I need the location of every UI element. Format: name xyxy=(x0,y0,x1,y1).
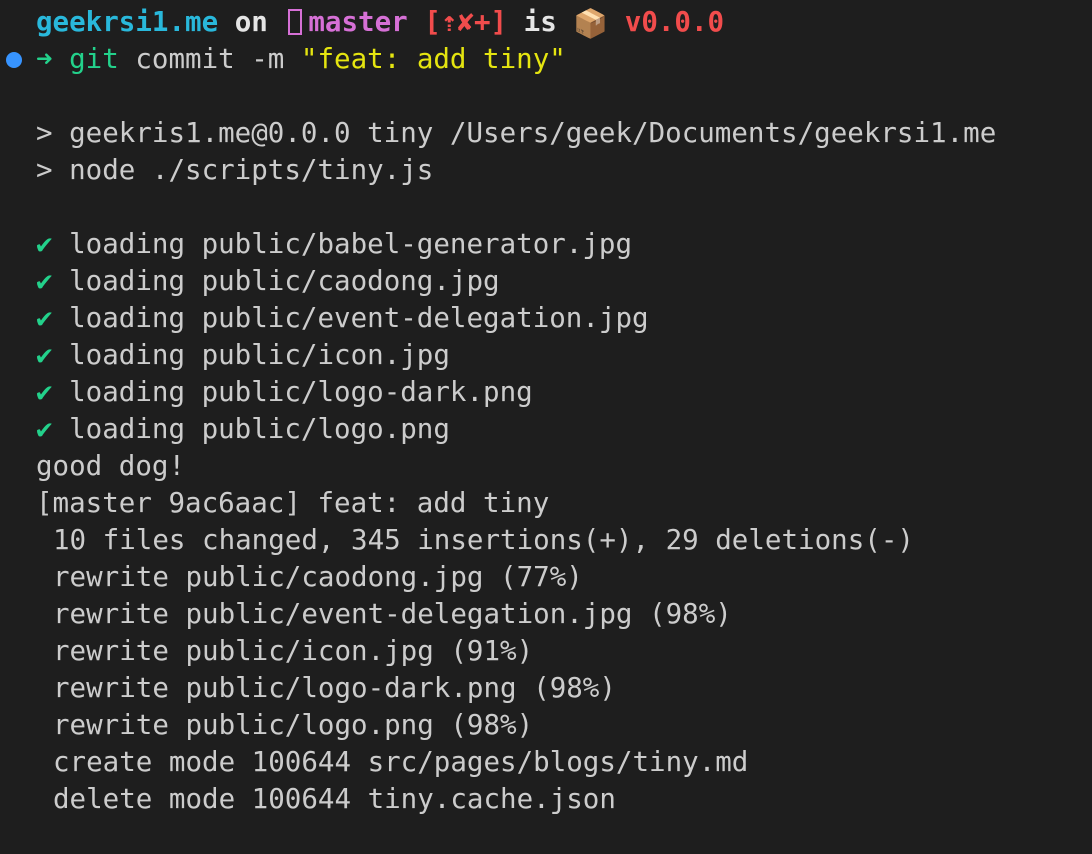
command-git: git xyxy=(69,43,119,75)
output-files-changed: 10 files changed, 345 insertions(+), 29 … xyxy=(53,524,914,556)
prompt-is-label: is xyxy=(523,6,557,38)
loading-line: ✔ loading public/logo.png xyxy=(36,411,1082,448)
output-change-line: rewrite public/event-delegation.jpg (98%… xyxy=(53,598,732,630)
loading-text: loading public/icon.jpg xyxy=(52,339,450,371)
prompt-directory: geekrsi1.me xyxy=(36,6,219,38)
check-icon: ✔ xyxy=(36,376,53,408)
check-icon: ✔ xyxy=(36,228,53,260)
prompt-branch: master xyxy=(308,6,408,38)
command-line: ➜ git commit -m "feat: add tiny" xyxy=(36,41,1082,78)
loading-text: loading public/logo.png xyxy=(52,413,450,445)
package-icon: 📦 xyxy=(573,7,609,40)
output-change-line: rewrite public/icon.jpg (91%) xyxy=(53,635,534,667)
git-branch-icon xyxy=(288,9,303,35)
terminal-output[interactable]: geekrsi1.me on master [⇡✘+] is 📦 v0.0.0 … xyxy=(36,4,1082,818)
prompt-version: v0.0.0 xyxy=(624,6,725,38)
check-icon: ✔ xyxy=(36,413,53,445)
npm-script-line: > geekris1.me@0.0.0 tiny /Users/geek/Doc… xyxy=(36,117,997,149)
loading-line: ✔ loading public/babel-generator.jpg xyxy=(36,226,1082,263)
check-icon: ✔ xyxy=(36,265,53,297)
prompt-on-label: on xyxy=(234,6,268,38)
output-change-line: rewrite public/logo.png (98%) xyxy=(53,709,534,741)
command-args: commit -m xyxy=(118,43,301,75)
prompt-git-status: [⇡✘+] xyxy=(424,6,508,38)
check-icon: ✔ xyxy=(36,302,53,334)
output-commit-summary: [master 9ac6aac] feat: add tiny xyxy=(36,487,550,519)
output-change-line: delete mode 100644 tiny.cache.json xyxy=(53,783,616,815)
loading-line: ✔ loading public/caodong.jpg xyxy=(36,263,1082,300)
command-message: "feat: add tiny" xyxy=(300,43,566,75)
loading-text: loading public/caodong.jpg xyxy=(52,265,500,297)
shell-prompt: geekrsi1.me on master [⇡✘+] is 📦 v0.0.0 xyxy=(36,4,1082,41)
loading-text: loading public/babel-generator.jpg xyxy=(52,228,633,260)
output-good-dog: good dog! xyxy=(36,450,186,482)
output-change-line: rewrite public/caodong.jpg (77%) xyxy=(53,561,583,593)
prompt-arrow-icon: ➜ xyxy=(36,43,53,75)
npm-script-line: > node ./scripts/tiny.js xyxy=(36,154,434,186)
loading-text: loading public/logo-dark.png xyxy=(52,376,533,408)
loading-line: ✔ loading public/logo-dark.png xyxy=(36,374,1082,411)
loading-line: ✔ loading public/icon.jpg xyxy=(36,337,1082,374)
output-change-line: create mode 100644 src/pages/blogs/tiny.… xyxy=(53,746,749,778)
command-status-dot xyxy=(6,52,22,68)
loading-text: loading public/event-delegation.jpg xyxy=(52,302,649,334)
check-icon: ✔ xyxy=(36,339,53,371)
output-change-line: rewrite public/logo-dark.png (98%) xyxy=(53,672,616,704)
loading-line: ✔ loading public/event-delegation.jpg xyxy=(36,300,1082,337)
